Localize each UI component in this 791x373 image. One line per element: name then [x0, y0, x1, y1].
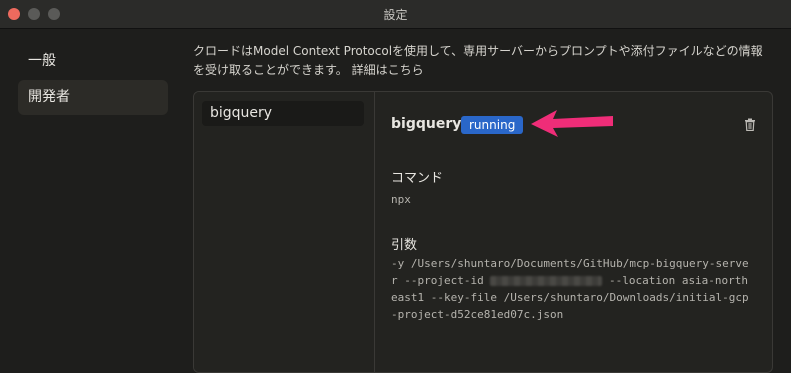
sidebar-item-general[interactable]: 一般 [18, 44, 168, 79]
server-list: bigquery [194, 92, 375, 372]
args-value: -y /Users/shuntaro/Documents/GitHub/mcp-… [391, 255, 751, 323]
arrow-icon [531, 110, 613, 137]
learn-more-link[interactable]: 詳細はこちら [352, 63, 424, 77]
command-value: npx [391, 193, 411, 206]
title-bar: 設定 [0, 0, 791, 29]
sidebar-item-developer[interactable]: 開発者 [18, 80, 168, 115]
status-badge: running [461, 116, 524, 134]
trash-icon[interactable] [744, 118, 756, 131]
settings-sidebar: 一般 開発者 [0, 29, 182, 356]
mcp-servers-panel: bigquery bigquery running コマンド npx 引数 -y… [193, 91, 773, 373]
command-label: コマンド [391, 171, 444, 186]
server-list-item[interactable]: bigquery [202, 101, 364, 126]
server-name: bigquery [391, 116, 462, 132]
mcp-description: クロードはModel Context Protocolを使用して、専用サーバーか… [193, 42, 773, 80]
description-text: クロードはModel Context Protocolを使用して、専用サーバーか… [193, 44, 763, 77]
args-label: 引数 [391, 238, 418, 253]
redacted-project-id [490, 276, 603, 286]
window-title: 設定 [383, 8, 408, 22]
server-detail: bigquery running コマンド npx 引数 -y /Users/s… [375, 92, 772, 372]
